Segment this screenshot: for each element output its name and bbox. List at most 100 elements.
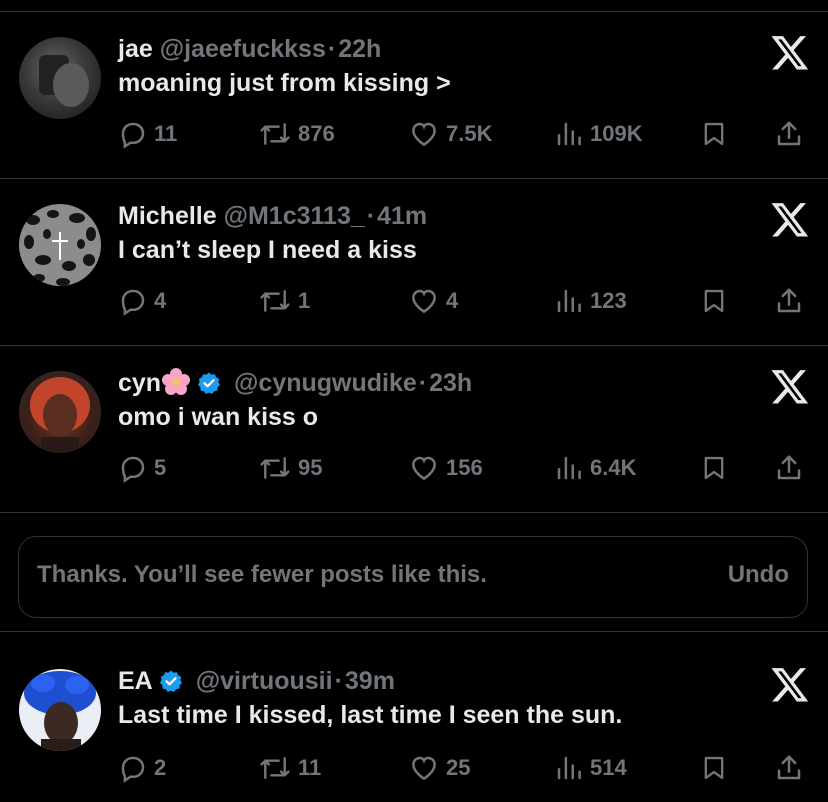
share-button[interactable]: [774, 281, 804, 321]
bookmark-button[interactable]: [700, 281, 728, 321]
repost-icon: [260, 290, 290, 312]
heart-icon: [412, 122, 436, 147]
post-header: EA @virtuousii·39m: [118, 664, 395, 698]
analytics-icon: [557, 289, 581, 313]
post-actions: 4 1 4 123: [0, 281, 828, 321]
like-count: 7.5K: [446, 121, 493, 146]
reply-icon: [121, 456, 145, 483]
like-button[interactable]: 25: [408, 748, 470, 788]
username[interactable]: @virtuousii: [196, 667, 333, 695]
view-count: 109K: [590, 121, 643, 146]
views-button[interactable]: 109K: [554, 114, 643, 154]
reply-button[interactable]: 11: [118, 114, 177, 154]
repost-icon: [260, 123, 290, 145]
reply-button[interactable]: 2: [118, 748, 166, 788]
bookmark-icon: [704, 456, 724, 480]
views-button[interactable]: 514: [554, 748, 627, 788]
display-name[interactable]: Michelle: [118, 202, 217, 230]
repost-button[interactable]: 95: [258, 448, 322, 488]
dismiss-x-icon[interactable]: [770, 199, 810, 239]
post-actions: 2 11 25 514: [0, 748, 828, 788]
avatar[interactable]: [19, 204, 101, 286]
post-header: cyn @cynugwudike·23h: [118, 366, 472, 400]
reply-count: 11: [154, 121, 178, 146]
dismiss-x-icon[interactable]: [770, 32, 810, 72]
dismiss-x-icon[interactable]: [770, 366, 810, 406]
repost-count: 11: [298, 755, 322, 780]
share-button[interactable]: [774, 448, 804, 488]
divider: [0, 512, 828, 513]
share-button[interactable]: [774, 748, 804, 788]
post-actions: 5 95 156 6.4K: [0, 448, 828, 488]
post-header: jae @jaeefuckkss·22h: [118, 32, 381, 66]
views-button[interactable]: 123: [554, 281, 627, 321]
timestamp[interactable]: 22h: [338, 35, 381, 63]
share-icon: [777, 121, 801, 146]
analytics-icon: [557, 122, 581, 146]
post-actions: 11 876 7.5K 109K: [0, 114, 828, 154]
bookmark-button[interactable]: [700, 448, 728, 488]
username[interactable]: @M1c3113_: [224, 202, 365, 230]
post-text: moaning just from kissing >: [118, 69, 451, 97]
timestamp[interactable]: 41m: [377, 202, 427, 230]
like-button[interactable]: 4: [408, 281, 458, 321]
separator: ·: [418, 369, 428, 397]
reply-button[interactable]: 4: [118, 281, 166, 321]
bookmark-icon: [704, 756, 724, 780]
repost-icon: [260, 757, 290, 779]
analytics-icon: [557, 456, 581, 480]
post-text: omo i wan kiss o: [118, 403, 319, 431]
post-text: Last time I kissed, last time I seen the…: [118, 701, 623, 729]
like-count: 4: [446, 288, 459, 313]
dismiss-x-icon[interactable]: [770, 664, 810, 704]
display-name[interactable]: jae: [118, 35, 153, 63]
toast-message: Thanks. You’ll see fewer posts like this…: [37, 561, 487, 588]
like-button[interactable]: 156: [408, 448, 483, 488]
avatar[interactable]: [19, 669, 101, 751]
undo-button[interactable]: Undo: [728, 561, 789, 589]
timestamp[interactable]: 23h: [429, 369, 472, 397]
reply-count: 2: [154, 755, 167, 780]
like-button[interactable]: 7.5K: [408, 114, 492, 154]
repost-button[interactable]: 876: [258, 114, 335, 154]
bookmark-button[interactable]: [700, 748, 728, 788]
heart-icon: [412, 756, 436, 781]
like-count: 156: [446, 455, 483, 480]
share-icon: [777, 455, 801, 480]
views-button[interactable]: 6.4K: [554, 448, 636, 488]
reply-icon: [121, 289, 145, 316]
bookmark-icon: [704, 289, 724, 313]
username[interactable]: @cynugwudike: [234, 369, 417, 397]
avatar[interactable]: [19, 371, 101, 453]
username[interactable]: @jaeefuckkss: [160, 35, 326, 63]
verified-badge-icon: [159, 670, 182, 692]
repost-count: 1: [298, 288, 311, 313]
reply-count: 4: [154, 288, 167, 313]
view-count: 123: [590, 288, 627, 313]
verified-badge-icon: [198, 372, 221, 394]
divider: [0, 345, 828, 346]
share-icon: [777, 755, 801, 780]
avatar[interactable]: [19, 37, 101, 119]
display-name[interactable]: EA: [118, 667, 153, 695]
display-name[interactable]: cyn: [118, 369, 161, 397]
bookmark-button[interactable]: [700, 114, 728, 154]
separator: ·: [366, 202, 376, 230]
divider: [0, 178, 828, 179]
separator: ·: [327, 35, 337, 63]
share-button[interactable]: [774, 114, 804, 154]
repost-button[interactable]: 11: [258, 748, 321, 788]
cherry-blossom-icon: [161, 367, 191, 397]
separator: ·: [334, 667, 343, 695]
reply-icon: [121, 122, 145, 149]
analytics-icon: [557, 756, 581, 780]
view-count: 6.4K: [590, 455, 637, 480]
timestamp[interactable]: 39m: [345, 667, 395, 695]
reply-icon: [121, 756, 145, 783]
repost-button[interactable]: 1: [258, 281, 310, 321]
repost-icon: [260, 457, 290, 479]
reply-button[interactable]: 5: [118, 448, 166, 488]
post-text: I can’t sleep I need a kiss: [118, 236, 417, 264]
post-header: Michelle @M1c3113_·41m: [118, 199, 427, 233]
like-count: 25: [446, 755, 471, 780]
